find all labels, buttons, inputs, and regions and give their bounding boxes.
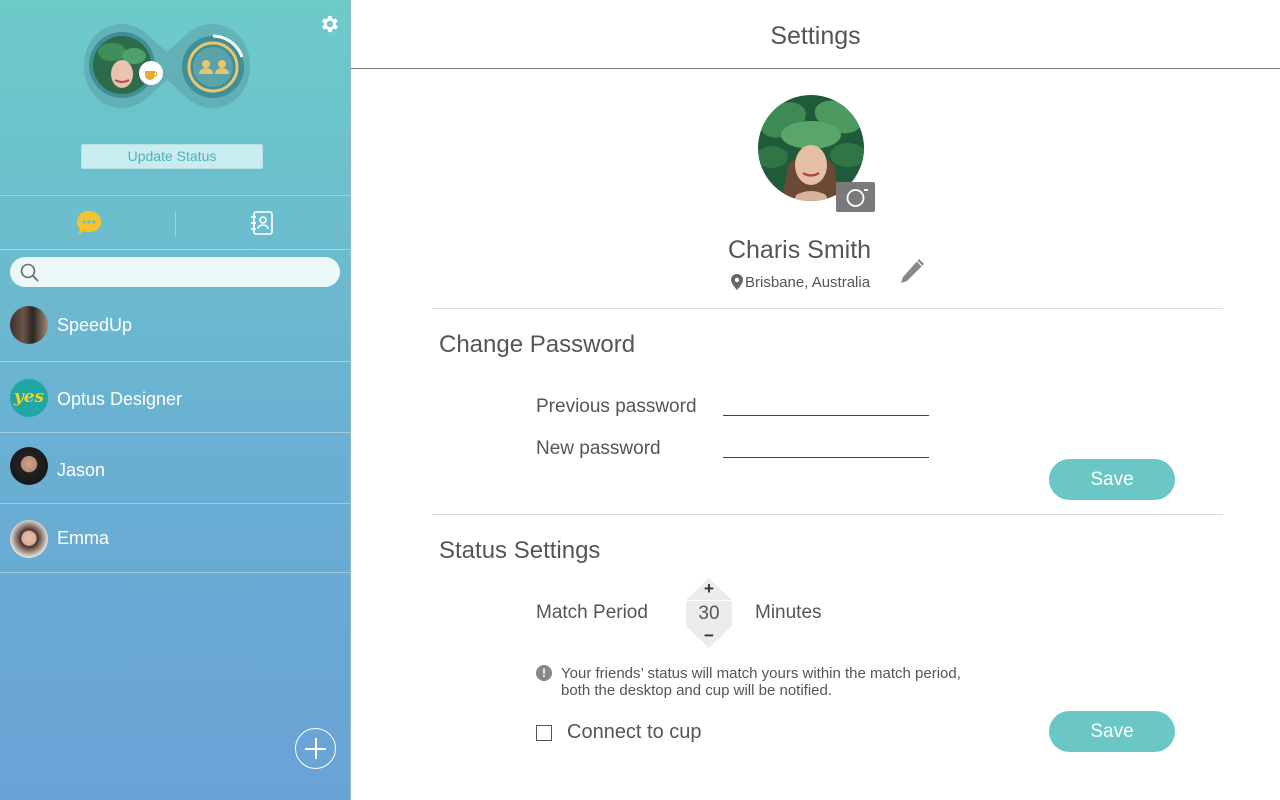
match-period-label: Match Period <box>536 602 648 623</box>
avatar <box>10 520 48 558</box>
location-pin-icon <box>731 274 743 290</box>
contact-item-emma[interactable]: Emma <box>0 504 351 573</box>
title-divider <box>351 68 1280 69</box>
save-status-button[interactable]: Save <box>1049 711 1175 752</box>
search-icon <box>20 263 39 282</box>
info-line: Your friends’ status will match yours wi… <box>561 665 961 682</box>
match-period-value[interactable]: 30 <box>686 601 732 626</box>
contact-name: Jason <box>57 460 106 480</box>
connect-to-cup-label: Connect to cup <box>567 721 702 743</box>
change-photo-button[interactable] <box>836 182 875 212</box>
status-glasses-graphic <box>84 24 250 108</box>
sidebar: Update Status SpeedUp yes Optus Designer… <box>0 0 351 800</box>
location-text: Brisbane, Australia <box>745 274 871 291</box>
update-status-button[interactable]: Update Status <box>81 144 263 169</box>
info-icon: ! <box>536 665 552 681</box>
section-divider <box>432 514 1223 515</box>
change-password-title: Change Password <box>439 331 636 358</box>
settings-panel: Settings Charis Smith Brisbane, Australi… <box>351 0 1280 800</box>
contact-name: Emma <box>57 528 110 548</box>
avatar-logo-text: yes <box>13 387 45 407</box>
avatar <box>10 306 48 344</box>
gear-icon[interactable] <box>318 13 340 35</box>
plus-icon: + <box>704 579 714 598</box>
search-bar[interactable] <box>10 257 340 287</box>
save-password-button[interactable]: Save <box>1049 459 1175 500</box>
contact-item-speedup[interactable]: SpeedUp <box>0 290 351 362</box>
contact-item-jason[interactable]: Jason <box>0 433 351 504</box>
chat-bubble-icon[interactable] <box>74 208 104 238</box>
minus-icon: − <box>704 626 714 645</box>
match-period-info: Your friends’ status will match yours wi… <box>561 665 961 699</box>
new-password-input[interactable] <box>723 434 929 458</box>
profile-location: Brisbane, Australia <box>731 274 870 291</box>
previous-password-label: Previous password <box>536 396 697 417</box>
sidebar-tabs <box>0 195 351 250</box>
page-title: Settings <box>770 22 861 50</box>
status-settings-title: Status Settings <box>439 537 601 564</box>
previous-password-input[interactable] <box>723 392 929 416</box>
contact-name: SpeedUp <box>57 315 133 335</box>
new-password-label: New password <box>536 438 661 459</box>
avatar <box>10 447 48 485</box>
minutes-unit-label: Minutes <box>755 602 822 623</box>
pencil-icon[interactable] <box>897 256 927 288</box>
avatar: yes <box>10 379 48 417</box>
search-input[interactable] <box>50 261 330 283</box>
section-divider <box>432 308 1223 309</box>
match-period-stepper: + 30 − <box>686 578 732 650</box>
contact-name: Optus Designer <box>57 389 183 409</box>
connect-to-cup-checkbox[interactable] <box>536 725 552 741</box>
camera-icon <box>846 189 868 207</box>
add-contact-button[interactable] <box>295 728 336 769</box>
contact-item-optus-designer[interactable]: yes Optus Designer <box>0 362 351 433</box>
tab-divider <box>175 212 176 236</box>
people-icon <box>193 47 233 87</box>
address-book-icon[interactable] <box>250 210 274 236</box>
info-line: both the desktop and cup will be notifie… <box>561 682 833 699</box>
